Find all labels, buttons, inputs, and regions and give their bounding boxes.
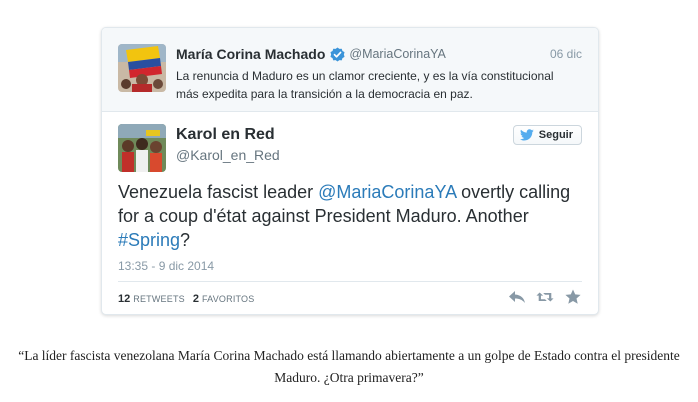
retweet-icon[interactable] [536, 289, 554, 305]
embedded-tweet-card: María Corina Machado @MariaCorinaYA 06 d… [101, 27, 599, 315]
favorite-star-icon[interactable] [564, 289, 582, 305]
reply-icon[interactable] [508, 289, 526, 305]
retweets-count[interactable]: 12 [118, 293, 130, 305]
mention-link[interactable]: @MariaCorinaYA [318, 182, 456, 202]
in-reply-to-tweet[interactable]: María Corina Machado @MariaCorinaYA 06 d… [102, 28, 598, 112]
author-handle[interactable]: @Karol_en_Red [176, 147, 280, 163]
tweet-actions [498, 289, 582, 305]
favorites-label[interactable]: FAVORITOS [202, 294, 254, 304]
author-avatar[interactable] [118, 124, 166, 172]
tweet-stats: 12 RETWEETS 2 FAVORITOS [118, 293, 262, 305]
tweet-timestamp[interactable]: 13:35 - 9 dic 2014 [118, 259, 214, 273]
tweet-text-part: Venezuela fascist leader [118, 182, 319, 202]
parent-avatar[interactable] [118, 44, 166, 92]
parent-tweet-text: La renuncia d Maduro es un clamor crecie… [176, 69, 554, 101]
parent-name-line: María Corina Machado @MariaCorinaYA [176, 45, 446, 63]
twitter-bird-icon [519, 129, 534, 141]
divider [118, 281, 582, 282]
hashtag-link[interactable]: #Spring [118, 230, 180, 250]
translation-caption: “La líder fascista venezolana María Cori… [18, 348, 680, 385]
parent-author-name[interactable]: María Corina Machado [176, 46, 325, 62]
tweet-text-part: ? [180, 230, 191, 250]
retweets-label[interactable]: RETWEETS [133, 294, 185, 304]
tweet-text: Venezuela fascist leader @MariaCorinaYA … [118, 180, 582, 252]
author-name[interactable]: Karol en Red [176, 126, 275, 144]
parent-author-handle[interactable]: @MariaCorinaYA [349, 47, 446, 61]
follow-button-label: Seguir [538, 129, 573, 141]
follow-button[interactable]: Seguir [512, 125, 582, 145]
favorites-count[interactable]: 2 [193, 293, 199, 305]
parent-date[interactable]: 06 dic [550, 47, 582, 61]
verified-badge-icon [330, 46, 345, 62]
